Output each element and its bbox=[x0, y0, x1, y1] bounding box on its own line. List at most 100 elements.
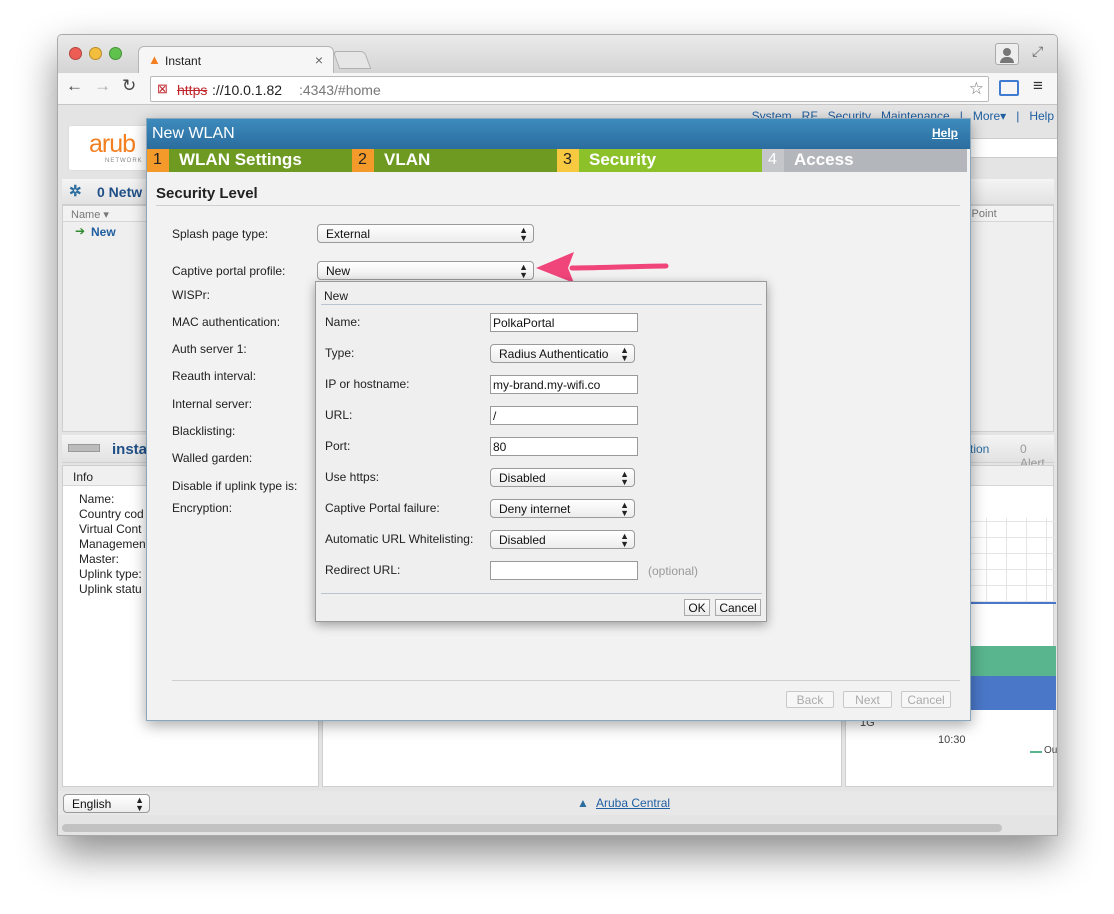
step-number: 1 bbox=[147, 149, 169, 172]
url-whitelisting-select[interactable]: Disabled ▲ ▼ bbox=[490, 530, 635, 549]
network-icon: ✲ bbox=[69, 183, 82, 200]
tab-close-icon[interactable]: × bbox=[315, 52, 323, 68]
encryption-label: Encryption: bbox=[172, 501, 233, 515]
tab-title: Instant bbox=[165, 54, 202, 68]
aruba-central-link[interactable]: Aruba Central bbox=[596, 796, 670, 810]
profile-icon[interactable] bbox=[995, 43, 1019, 65]
type-select[interactable]: Radius Authenticatio ▲ ▼ bbox=[490, 344, 635, 363]
popup-title: New bbox=[324, 289, 349, 303]
minimize-window-button[interactable] bbox=[89, 47, 102, 60]
language-value: English bbox=[72, 797, 112, 811]
wispr-label: WISPr: bbox=[172, 288, 210, 302]
select-arrow-icon: ▲ ▼ bbox=[519, 262, 528, 280]
cast-icon[interactable] bbox=[999, 80, 1019, 96]
annotation-arrow-icon bbox=[536, 252, 669, 283]
ok-button[interactable]: OK bbox=[684, 599, 710, 616]
ip-hostname-input[interactable]: my-brand.my-wifi.co bbox=[490, 375, 638, 394]
step-number: 2 bbox=[352, 149, 374, 172]
port-input[interactable]: 80 bbox=[490, 437, 638, 456]
select-arrow-icon: ▲ ▼ bbox=[620, 469, 629, 487]
popup-footer-divider bbox=[321, 593, 762, 594]
step-label: Access bbox=[794, 150, 854, 169]
section-divider bbox=[156, 205, 960, 206]
mac-authentication-label: MAC authentication: bbox=[172, 315, 281, 329]
horizontal-scrollbar[interactable] bbox=[62, 824, 1002, 832]
info-label: Managemen bbox=[79, 537, 146, 551]
popup-divider bbox=[321, 304, 762, 305]
networks-new-link[interactable]: New bbox=[91, 225, 116, 239]
redirect-url-label: Redirect URL: bbox=[325, 563, 401, 577]
port-label: Port: bbox=[325, 439, 351, 453]
captive-portal-profile-label: Captive portal profile: bbox=[172, 264, 286, 278]
select-arrow-icon: ▲ ▼ bbox=[620, 500, 629, 518]
walled-garden-label: Walled garden: bbox=[172, 451, 253, 465]
captive-portal-profile-select[interactable]: New ▲ ▼ bbox=[317, 261, 534, 280]
search-field[interactable] bbox=[970, 138, 1057, 158]
right-tab-1[interactable]: tion bbox=[970, 442, 989, 456]
url-label: URL: bbox=[325, 408, 353, 422]
insecure-lock-icon: ⊠ bbox=[157, 81, 168, 96]
splash-page-type-select[interactable]: External ▲ ▼ bbox=[317, 224, 534, 243]
zoom-window-button[interactable] bbox=[109, 47, 122, 60]
tab-bar: ▲ Instant × ⤢ bbox=[58, 35, 1057, 74]
use-https-value: Disabled bbox=[499, 471, 546, 485]
url-whitelisting-value: Disabled bbox=[499, 533, 546, 547]
chart-time-label: 10:30 bbox=[938, 734, 966, 746]
step-label: WLAN Settings bbox=[179, 150, 302, 169]
use-https-select[interactable]: Disabled ▲ ▼ bbox=[490, 468, 635, 487]
url-host: ://10.0.1.82 bbox=[212, 82, 283, 98]
use-https-label: Use https: bbox=[325, 470, 380, 484]
next-button[interactable]: Next bbox=[843, 691, 892, 708]
step-label: Security bbox=[589, 150, 657, 169]
step-number: 3 bbox=[557, 149, 579, 172]
back-button[interactable]: Back bbox=[786, 691, 834, 708]
step-wlan-settings[interactable]: 1 WLAN Settings bbox=[147, 149, 352, 172]
popup-cancel-button[interactable]: Cancel bbox=[715, 599, 761, 616]
address-bar[interactable]: ⊠ https ://10.0.1.82 :4343/#home ☆ bbox=[150, 76, 989, 102]
logo-subtext: NETWORK bbox=[105, 158, 143, 164]
portal-failure-label: Captive Portal failure: bbox=[325, 501, 440, 515]
info-label: Country cod bbox=[79, 507, 144, 521]
url-scheme: https bbox=[177, 82, 208, 98]
blacklisting-label: Blacklisting: bbox=[172, 424, 236, 438]
aruba-logo: arub NETWORK bbox=[68, 125, 152, 171]
splash-page-type-label: Splash page type: bbox=[172, 227, 269, 241]
step-security[interactable]: 3 Security bbox=[557, 149, 762, 172]
optional-hint: (optional) bbox=[648, 564, 699, 578]
name-input[interactable]: PolkaPortal bbox=[490, 313, 638, 332]
fullscreen-icon[interactable]: ⤢ bbox=[1032, 43, 1043, 60]
legend-swatch bbox=[1030, 751, 1042, 753]
step-vlan[interactable]: 2 VLAN bbox=[352, 149, 557, 172]
bookmark-star-icon[interactable]: ☆ bbox=[969, 79, 984, 99]
reauth-interval-label: Reauth interval: bbox=[172, 369, 257, 383]
browser-tab[interactable]: ▲ Instant × bbox=[138, 46, 334, 74]
step-access[interactable]: 4 Access bbox=[762, 149, 967, 172]
language-select[interactable]: English ▲ ▼ bbox=[63, 794, 150, 813]
info-label: Uplink statu bbox=[79, 582, 142, 596]
cancel-button[interactable]: Cancel bbox=[901, 691, 951, 708]
footer-divider bbox=[172, 680, 960, 681]
info-tab[interactable]: Info bbox=[73, 470, 93, 484]
select-arrow-icon: ▲ ▼ bbox=[135, 795, 144, 813]
reload-icon[interactable]: ↻ bbox=[122, 76, 136, 96]
new-tab-button[interactable] bbox=[332, 51, 372, 69]
help-link[interactable]: Help bbox=[932, 126, 958, 140]
menu-icon[interactable]: ≡ bbox=[1033, 76, 1043, 96]
forward-icon[interactable]: → bbox=[94, 76, 111, 96]
splash-page-type-value: External bbox=[326, 227, 371, 241]
browser-toolbar: ← → ↻ ⊠ https ://10.0.1.82 :4343/#home ☆… bbox=[58, 73, 1057, 105]
info-label: Master: bbox=[79, 552, 120, 566]
disable-uplink-label: Disable if uplink type is: bbox=[172, 479, 298, 493]
url-path: :4343/#home bbox=[299, 82, 381, 98]
back-icon[interactable]: ← bbox=[66, 76, 83, 96]
status-bar: English ▲ ▼ ▲ Aruba Central bbox=[58, 791, 1057, 815]
url-input[interactable]: / bbox=[490, 406, 638, 425]
close-window-button[interactable] bbox=[69, 47, 82, 60]
portal-failure-value: Deny internet bbox=[499, 502, 571, 516]
chart-legend: Ou bbox=[1044, 745, 1058, 756]
info-label: Uplink type: bbox=[79, 567, 142, 581]
dialog-title-bar: New WLAN Help bbox=[147, 119, 970, 149]
redirect-url-input[interactable] bbox=[490, 561, 638, 580]
portal-failure-select[interactable]: Deny internet ▲ ▼ bbox=[490, 499, 635, 518]
networks-col-name[interactable]: Name ▾ bbox=[71, 208, 109, 221]
